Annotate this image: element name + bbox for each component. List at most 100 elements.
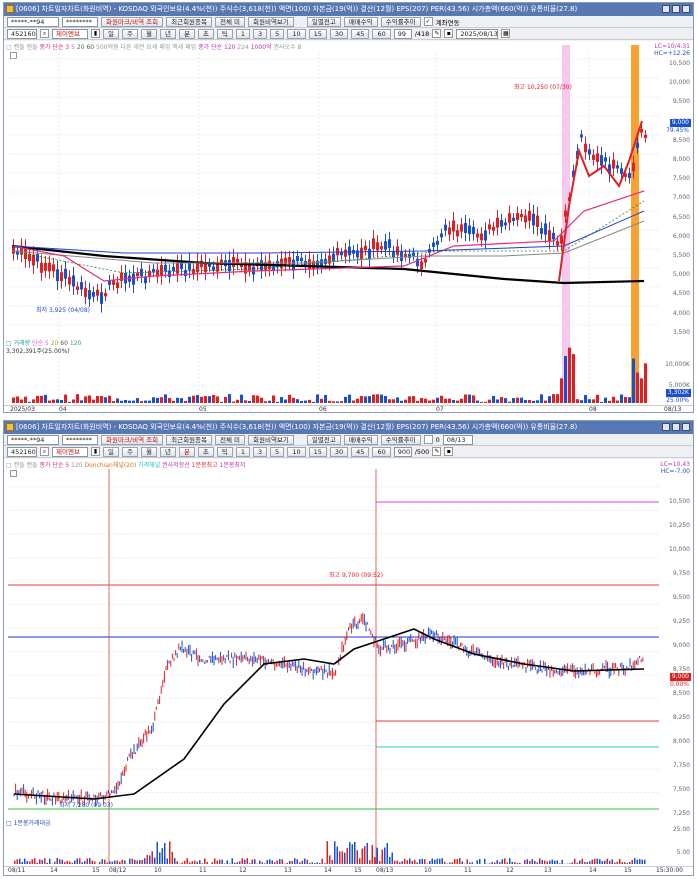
volume-bar — [331, 860, 333, 864]
calendar-icon[interactable]: ▦ — [501, 29, 511, 38]
interval-1[interactable]: 1 — [235, 446, 251, 457]
restore-icon[interactable] — [672, 5, 680, 13]
chart-type-icon[interactable]: ▮ — [91, 29, 100, 38]
volume-bar — [240, 394, 243, 403]
trade-button[interactable]: 매매수익 — [343, 434, 378, 445]
volume-bar — [379, 860, 381, 864]
period-minute[interactable]: 분 — [178, 28, 195, 39]
axis-tick-label: 6,000 — [672, 232, 690, 240]
candle-body — [444, 224, 447, 231]
daily-button[interactable]: 일별전고 — [306, 434, 341, 445]
search-icon[interactable]: ⌕ — [40, 29, 49, 38]
volume-bar — [54, 861, 56, 864]
axis-tick-label: 7,250 — [672, 810, 690, 817]
interval-10[interactable]: 10 — [287, 28, 306, 39]
count-input[interactable]: 99 — [393, 28, 412, 39]
volume-bar — [376, 394, 379, 403]
continue-checkbox[interactable] — [423, 435, 433, 444]
volume-bar — [39, 859, 41, 864]
interval-60[interactable]: 60 — [372, 446, 391, 457]
save-icon[interactable]: ▪ — [444, 447, 454, 456]
volume-bar — [589, 861, 591, 864]
account-input[interactable]: *****-**94 — [7, 16, 59, 27]
daily-button[interactable]: 일별전고 — [306, 16, 341, 27]
interval-5[interactable]: 5 — [270, 446, 285, 457]
recent-button[interactable]: 최근회원종목 — [166, 434, 212, 445]
daily-candlestick-chart[interactable]: 최고 10,250 (07/30) 최저 3,925 (04/08) — [4, 41, 693, 405]
interval-15[interactable]: 15 — [308, 446, 327, 457]
interval-10[interactable]: 10 — [287, 446, 306, 457]
rate-button[interactable]: 수익률추이 — [380, 16, 421, 27]
stock-code-input[interactable]: 452160 — [7, 28, 37, 39]
axis-tick-label: 4,000 — [672, 309, 690, 317]
interval-5[interactable]: 5 — [270, 28, 285, 39]
volume-bar — [188, 396, 191, 403]
volume-bar — [554, 860, 556, 864]
current-price-badge: 9,000 — [669, 673, 691, 681]
all-button[interactable]: 전체 미 — [215, 16, 246, 27]
minimize-icon[interactable] — [662, 5, 670, 13]
minimize-icon[interactable] — [662, 423, 670, 431]
period-tick[interactable]: 틱 — [216, 28, 233, 39]
password-input[interactable]: ******** — [62, 16, 98, 27]
stock-code-input[interactable]: 452160 — [7, 446, 37, 457]
query-button[interactable]: 화원마크/비역 조회 — [101, 434, 164, 445]
date-input[interactable]: 2025/08/13 — [456, 28, 499, 39]
query-button[interactable]: 화원마크/비역 조회 — [101, 16, 164, 27]
volume-bar — [44, 394, 47, 403]
interval-3[interactable]: 3 — [253, 446, 268, 457]
volume-bar — [191, 861, 193, 864]
period-tick[interactable]: 틱 — [216, 446, 233, 457]
interval-1[interactable]: 1 — [235, 28, 251, 39]
interval-30[interactable]: 30 — [329, 446, 349, 457]
period-second[interactable]: 초 — [197, 446, 214, 457]
candle-body — [636, 142, 639, 149]
close-icon[interactable] — [682, 423, 690, 431]
period-month[interactable]: 월 — [140, 28, 157, 39]
period-year[interactable]: 년 — [159, 446, 176, 457]
period-week[interactable]: 주 — [121, 446, 138, 457]
interval-45[interactable]: 45 — [351, 446, 370, 457]
password-input[interactable]: ******** — [62, 434, 98, 445]
period-month[interactable]: 월 — [140, 446, 157, 457]
interval-15[interactable]: 15 — [308, 28, 327, 39]
rate-button[interactable]: 수익률추이 — [380, 434, 421, 445]
close-icon[interactable] — [682, 5, 690, 13]
search-icon[interactable]: ⌕ — [40, 447, 49, 456]
volume-bar — [259, 860, 261, 864]
trend-button[interactable]: 회원비역보기 — [248, 434, 294, 445]
period-day[interactable]: 일 — [103, 446, 119, 457]
account-input[interactable]: *****-**94 — [7, 434, 59, 445]
date-input[interactable]: 08/13 — [442, 434, 473, 445]
count-input[interactable]: 900 — [393, 446, 412, 457]
all-button[interactable]: 전체 미 — [215, 434, 246, 445]
period-year[interactable]: 년 — [159, 28, 176, 39]
volume-bar — [491, 861, 493, 864]
volume-bar — [476, 400, 479, 403]
tools-icon[interactable]: ✎ — [432, 29, 442, 38]
candle-body — [32, 254, 35, 266]
chart-type-icon[interactable]: ▮ — [91, 447, 100, 456]
tools-icon[interactable]: ✎ — [432, 447, 442, 456]
volume-bar — [579, 860, 581, 864]
period-week[interactable]: 주 — [121, 28, 138, 39]
continue-checkbox[interactable]: ✓ — [423, 17, 433, 26]
period-minute[interactable]: 분 — [178, 446, 195, 457]
period-second[interactable]: 초 — [197, 28, 214, 39]
interval-30[interactable]: 30 — [329, 28, 349, 39]
recent-button[interactable]: 최근회원종목 — [166, 16, 212, 27]
period-day[interactable]: 일 — [103, 28, 119, 39]
volume-bar — [220, 401, 223, 403]
save-icon[interactable]: ▪ — [444, 29, 454, 38]
trade-button[interactable]: 매매수익 — [343, 16, 378, 27]
volume-bar — [244, 400, 247, 403]
volume-bar — [641, 859, 643, 864]
volume-legend: □ 1분봉거래대금 — [6, 820, 51, 827]
daily-chart-window: [0606] 차트일자차트(화원비역) - KOSDAQ 외국인보유(4.4%(… — [3, 2, 694, 413]
interval-60[interactable]: 60 — [372, 28, 391, 39]
interval-45[interactable]: 45 — [351, 28, 370, 39]
trend-button[interactable]: 회원비역보기 — [248, 16, 294, 27]
restore-icon[interactable] — [672, 423, 680, 431]
minute-candlestick-chart[interactable]: 최고 9,700 (09:52) 최저 7,280 (09:03) — [4, 459, 693, 867]
interval-3[interactable]: 3 — [253, 28, 268, 39]
